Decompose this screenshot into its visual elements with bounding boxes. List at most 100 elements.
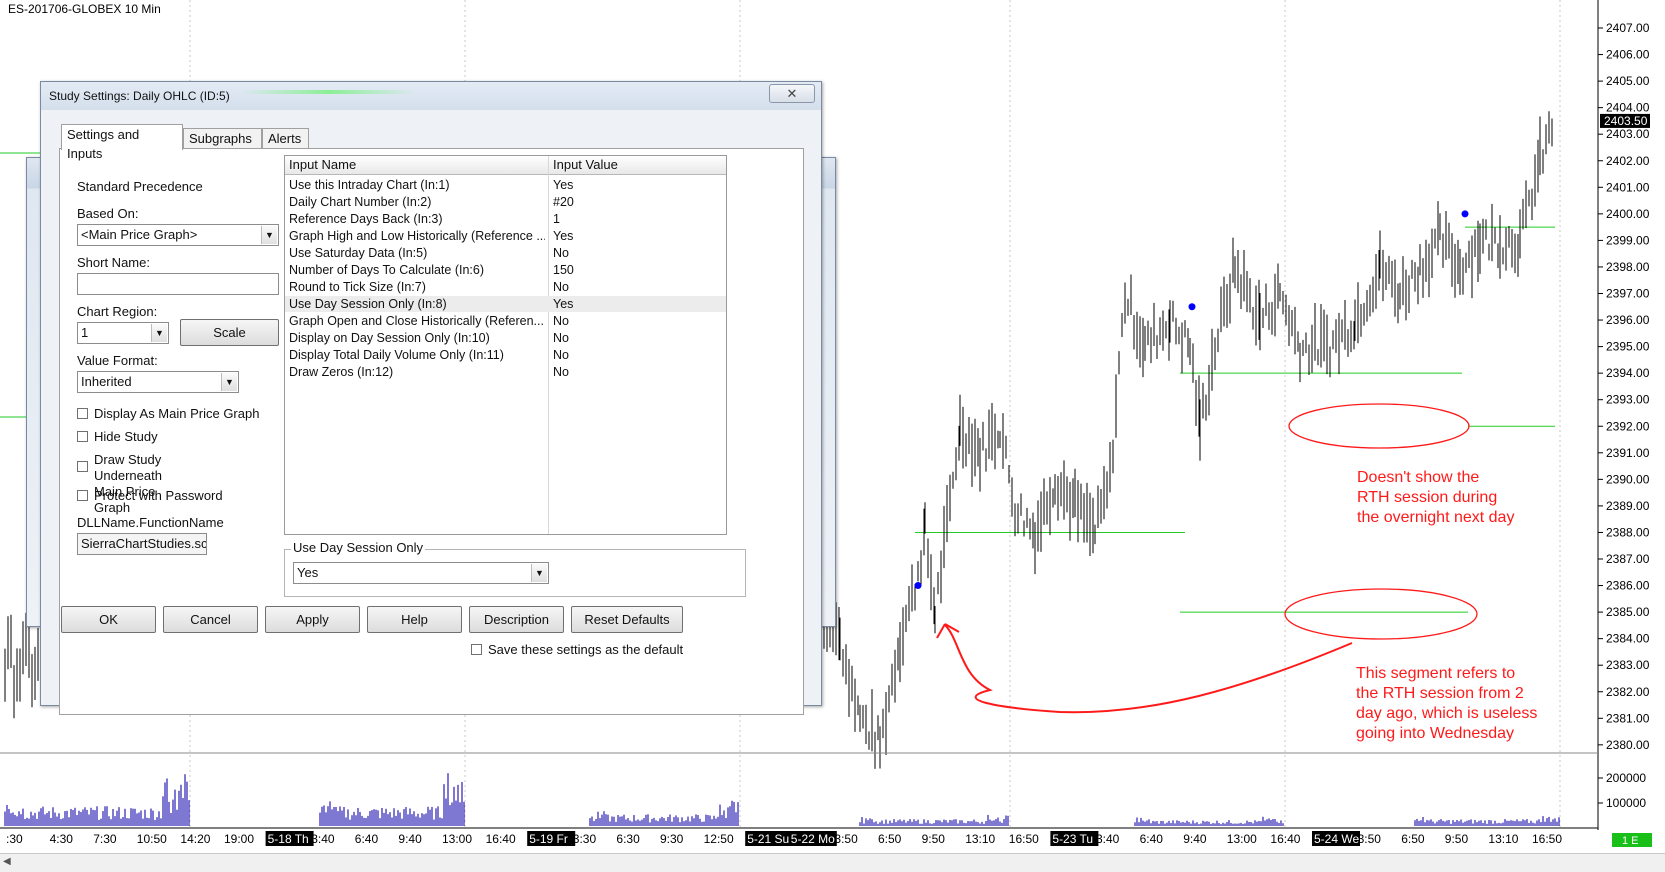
table-row[interactable]: Use Saturday Data (In:5) No	[285, 245, 726, 261]
input-name-cell: Round to Tick Size (In:7)	[289, 280, 426, 294]
time-tick-label: 13:10	[1488, 832, 1518, 846]
scroll-left-icon[interactable]: ◀	[3, 856, 11, 867]
input-name-cell: Draw Zeros (In:12)	[289, 365, 394, 379]
tab-alerts[interactable]: Alerts	[262, 128, 309, 149]
input-value-cell[interactable]: No	[553, 279, 569, 295]
table-row[interactable]: Use Day Session Only (In:8) Yes	[285, 296, 726, 312]
scale-button[interactable]: Scale	[180, 319, 279, 346]
tab-subgraphs[interactable]: Subgraphs	[183, 128, 262, 149]
chevron-down-icon[interactable]: ▼	[151, 324, 167, 342]
table-row[interactable]: Reference Days Back (In:3) 1	[285, 211, 726, 227]
chart-title: ES-201706-GLOBEX 10 Min	[8, 2, 161, 16]
help-button[interactable]: Help	[367, 606, 462, 633]
time-tick-label: 5-24 We	[1314, 832, 1359, 846]
checkbox-label: Draw Study Underneath Main Price Graph	[94, 452, 162, 515]
column-header-input-name[interactable]: Input Name	[289, 157, 356, 172]
table-row[interactable]: Use this Intraday Chart (In:1) Yes	[285, 177, 726, 193]
checkbox-box[interactable]	[77, 490, 88, 501]
input-value-cell[interactable]: No	[553, 330, 569, 346]
table-row[interactable]: Graph High and Low Historically (Referen…	[285, 228, 726, 244]
checkbox-box[interactable]	[77, 461, 88, 472]
time-tick-label: 5-22 Mo	[791, 832, 835, 846]
volume-tick-label: 200000	[1606, 771, 1646, 785]
price-tick-label: 2393.00	[1606, 393, 1650, 407]
time-tick-label: 5-19 Fr	[529, 832, 568, 846]
time-tick-label: 3:50	[1358, 832, 1382, 846]
price-tick-label: 2381.00	[1606, 711, 1650, 725]
input-name-cell: Use Day Session Only (In:8)	[289, 297, 447, 311]
input-value-cell[interactable]: No	[553, 347, 569, 363]
price-tick-label: 2398.00	[1606, 260, 1650, 274]
based-on-select[interactable]: <Main Price Graph> ▼	[77, 224, 279, 246]
time-tick-label: 16:40	[1270, 832, 1300, 846]
reset-defaults-button[interactable]: Reset Defaults	[571, 606, 683, 633]
input-value-cell[interactable]: Yes	[553, 296, 573, 312]
table-row[interactable]: Daily Chart Number (In:2) #20	[285, 194, 726, 210]
time-tick-label: 3:30	[573, 832, 597, 846]
input-name-cell: Graph High and Low Historically (Referen…	[289, 229, 545, 243]
price-tick-label: 2388.00	[1606, 525, 1650, 539]
input-value-cell[interactable]: 1	[553, 211, 560, 227]
input-name-cell: Graph Open and Close Historically (Refer…	[289, 314, 544, 328]
time-axis: :30 4:30 7:30 10:50 14:20 19:00 5-18 Th 3:40 6:4…	[6, 831, 1562, 846]
cancel-button[interactable]: Cancel	[163, 606, 258, 633]
short-name-input[interactable]	[77, 273, 279, 295]
time-tick-label: 19:00	[224, 832, 254, 846]
edit-value: Yes	[297, 565, 319, 580]
annotation-note-bottom: This segment refers to the RTH session f…	[1356, 665, 1538, 742]
input-value-cell[interactable]: 150	[553, 262, 574, 278]
value-format-select[interactable]: Inherited ▼	[77, 371, 239, 393]
table-row[interactable]: Display Total Daily Volume Only (In:11) N…	[285, 347, 726, 363]
chevron-down-icon[interactable]: ▼	[531, 564, 547, 582]
input-value-cell[interactable]: #20	[553, 194, 574, 210]
volume-badge-label: 1 E	[1622, 835, 1639, 847]
input-value-cell[interactable]: No	[553, 313, 569, 329]
checkbox-box[interactable]	[471, 644, 482, 655]
time-tick-label: 6:40	[1140, 832, 1164, 846]
time-tick-label: 13:00	[1227, 832, 1257, 846]
table-row[interactable]: Display on Day Session Only (In:10) No	[285, 330, 726, 346]
table-row[interactable]: Graph Open and Close Historically (Refer…	[285, 313, 726, 329]
price-tick-label: 2394.00	[1606, 366, 1650, 380]
table-row[interactable]: Number of Days To Calculate (In:6) 150	[285, 262, 726, 278]
column-header-input-value[interactable]: Input Value	[553, 157, 618, 172]
price-tick-label: 2402.00	[1606, 154, 1650, 168]
value-format-label: Value Format:	[77, 353, 158, 368]
input-value-cell[interactable]: Yes	[553, 228, 573, 244]
chevron-down-icon[interactable]: ▼	[261, 226, 277, 244]
table-row[interactable]: Round to Tick Size (In:7) No	[285, 279, 726, 295]
edit-value-select[interactable]: Yes ▼	[293, 562, 549, 584]
time-tick-label: 7:30	[93, 832, 117, 846]
input-name-cell: Use this Intraday Chart (In:1)	[289, 178, 450, 192]
value-format-value: Inherited	[81, 374, 132, 389]
volume-tick-label: 100000	[1606, 796, 1646, 810]
time-tick-label: 6:40	[355, 832, 379, 846]
time-tick-label: 16:50	[1532, 832, 1562, 846]
time-tick-label: 9:40	[1183, 832, 1207, 846]
input-value-cell[interactable]: No	[553, 245, 569, 261]
time-tick-label: 13:00	[442, 832, 472, 846]
description-button[interactable]: Description	[469, 606, 564, 633]
edit-value-group: Use Day Session Only Yes ▼	[284, 540, 746, 597]
table-row[interactable]: Draw Zeros (In:12) No	[285, 364, 726, 380]
checkbox-box[interactable]	[77, 408, 88, 419]
checkbox-label: Hide Study	[94, 429, 158, 444]
input-value-cell[interactable]: Yes	[553, 177, 573, 193]
annotation-note-top: Doesn't show the RTH session during the …	[1357, 469, 1515, 526]
chart-region-select[interactable]: 1 ▼	[77, 322, 169, 344]
time-tick-label: 14:20	[180, 832, 210, 846]
time-tick-label: 6:50	[878, 832, 902, 846]
checkbox-box[interactable]	[77, 431, 88, 442]
horizontal-scrollbar[interactable]: ◀	[0, 853, 1665, 872]
price-tick-label: 2397.00	[1606, 287, 1650, 301]
close-button[interactable]: ✕	[769, 84, 815, 103]
apply-button[interactable]: Apply	[265, 606, 360, 633]
ok-button[interactable]: OK	[61, 606, 156, 633]
title-glow	[241, 90, 416, 94]
dll-name-field: SierraChartStudies.scs	[77, 533, 207, 555]
price-tick-label: 2396.00	[1606, 313, 1650, 327]
input-value-cell[interactable]: No	[553, 364, 569, 380]
price-tick-label: 2403.00	[1606, 127, 1650, 141]
tab-settings-and-inputs[interactable]: Settings and Inputs	[61, 124, 183, 161]
chevron-down-icon[interactable]: ▼	[221, 373, 237, 391]
